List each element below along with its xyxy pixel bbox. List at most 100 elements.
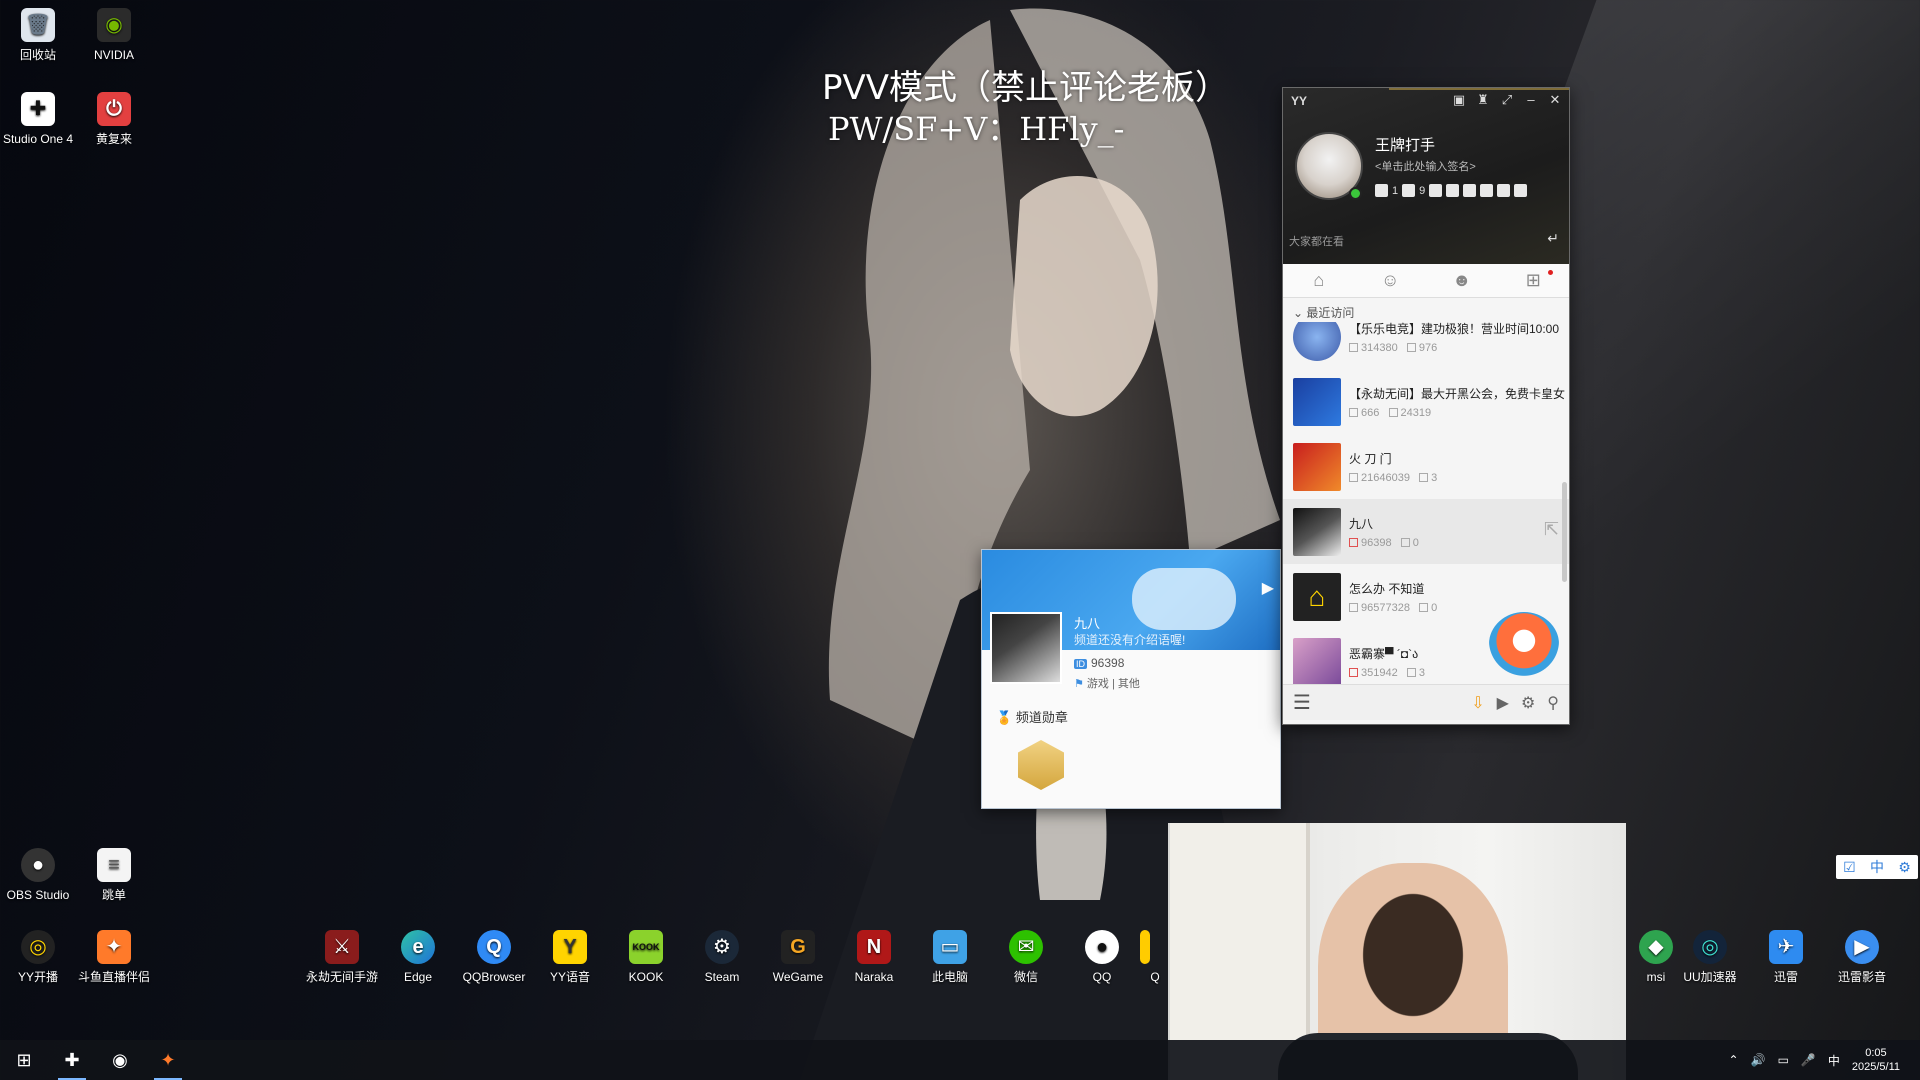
ime-toolbar[interactable]: ☑ 中 ⚙ [1836, 855, 1918, 879]
wechat-icon: ✉ [1009, 930, 1043, 964]
desktop-icon-label: msi [1646, 970, 1666, 984]
desktop-icon-uu[interactable]: ◎ UU加速器 [1672, 930, 1748, 985]
recent-visits-header[interactable]: ⌄ 最近访问 [1283, 298, 1569, 322]
microphone-icon[interactable]: 🎤 [1801, 1053, 1816, 1067]
list-item[interactable]: 【乐乐电竞】建功极狼！营业时间10:00 314380 976 [1283, 322, 1569, 369]
qq-penguin-icon: ● [1085, 930, 1119, 964]
channel-name: 九八 [1349, 516, 1374, 531]
desktop-icon-recycle-bin[interactable]: 🗑 回收站 [0, 8, 76, 63]
desktop-icon-playlist[interactable]: ≡ 跳单 [76, 848, 152, 903]
desktop-icon-qq[interactable]: ● QQ [1064, 930, 1140, 985]
desktop-icon-restore[interactable]: ⏻ 黄复来 [76, 92, 152, 147]
list-item[interactable]: 九八 96398 0 ⇱ [1283, 499, 1569, 564]
ime-settings-icon[interactable]: ⚙ [1898, 859, 1911, 876]
scrollbar[interactable] [1562, 482, 1567, 582]
heart-badge-icon[interactable] [1463, 184, 1477, 197]
expand-icon[interactable]: ⤢ [1499, 92, 1515, 108]
yy-window[interactable]: YY ▣ ♜ ⤢ – ✕ 王牌打手 <单击此处输入签名> 1 9 大家都在看 ↵… [1282, 87, 1570, 725]
username[interactable]: 王牌打手 [1375, 134, 1435, 155]
skin-icon[interactable]: ♜ [1475, 92, 1491, 108]
desktop-icon-partial[interactable]: Q [1140, 930, 1170, 985]
desktop-icon-label: 跳单 [101, 888, 126, 902]
desktop-icon-xunlei-player[interactable]: ▶ 迅雷影音 [1824, 930, 1900, 985]
crown-medal-icon[interactable] [1018, 740, 1064, 790]
tab-groups[interactable]: ☻ [1426, 264, 1498, 297]
search-icon[interactable]: ⚲ [1547, 693, 1559, 713]
ime-language[interactable]: 中 [1870, 857, 1884, 877]
settings-icon[interactable]: ⚙ [1521, 693, 1535, 713]
watching-label[interactable]: 大家都在看 [1289, 233, 1344, 249]
edge-icon: e [401, 930, 435, 964]
desktop-icon-wegame[interactable]: G WeGame [760, 930, 836, 985]
taskbar-studio-one[interactable]: ✚ [48, 1040, 96, 1080]
minimize-icon[interactable]: – [1523, 92, 1539, 108]
taskbar-douyu[interactable]: ✦ [144, 1040, 192, 1080]
message-icon[interactable]: ▣ [1451, 92, 1467, 108]
desktop-icon-label: 斗鱼直播伴侣 [77, 970, 150, 984]
menu-icon[interactable]: ☰ [1293, 690, 1311, 715]
desktop-icon-label: 黄复来 [95, 132, 132, 146]
play-arrow-icon[interactable]: ▶ [1262, 578, 1274, 598]
channel-category-value: 游戏 | 其他 [1086, 678, 1140, 690]
desktop-icon-this-pc[interactable]: ▭ 此电脑 [912, 930, 988, 985]
channel-meta: 351942 3 [1349, 667, 1425, 679]
coin-badge-icon[interactable] [1497, 184, 1511, 197]
partial-app-icon [1140, 930, 1150, 964]
tab-contacts[interactable]: ☺ [1355, 264, 1427, 297]
desktop-icon-yongjie-mobile[interactable]: ⚔ 永劫无间手游 [304, 930, 380, 985]
taskbar-obs[interactable]: ◉ [96, 1040, 144, 1080]
channel-user-count: 0 [1412, 536, 1419, 549]
desktop-icon-xunlei[interactable]: ✈ 迅雷 [1748, 930, 1824, 985]
tab-home[interactable]: ⌂ [1283, 264, 1355, 297]
desktop-icon-label: Q [1150, 970, 1160, 984]
signature-input[interactable]: <单击此处输入签名> [1375, 158, 1476, 174]
gamepad-badge-icon[interactable] [1375, 184, 1388, 197]
volume-icon[interactable]: 🔊 [1751, 1053, 1766, 1067]
tray-ime[interactable]: 中 [1828, 1052, 1840, 1069]
user-count-icon [1400, 537, 1410, 547]
close-icon[interactable]: ✕ [1547, 92, 1563, 108]
desktop-icon-studio-one[interactable]: ✚ Studio One 4 [0, 92, 76, 147]
desktop-icon-obs[interactable]: ● OBS Studio [0, 848, 76, 903]
desktop-icon-douyu[interactable]: ✦ 斗鱼直播伴侣 [76, 930, 152, 985]
download-icon[interactable]: ⇩ [1471, 693, 1484, 713]
desktop-icon-kook[interactable]: KOOK KOOK [608, 930, 684, 985]
chevron-up-icon[interactable]: ⌃ [1729, 1053, 1739, 1067]
video-badge-icon[interactable] [1446, 184, 1460, 197]
video-icon[interactable]: ▶ [1497, 693, 1509, 713]
crab-mascot-icon[interactable] [1489, 612, 1559, 676]
desktop-icon-wechat[interactable]: ✉ 微信 [988, 930, 1064, 985]
desktop-icon-edge[interactable]: e Edge [380, 930, 456, 985]
desktop-icon-label: YY语音 [549, 970, 590, 984]
desktop-icon-naraka[interactable]: N Naraka [836, 930, 912, 985]
gift-badge-icon[interactable] [1402, 184, 1416, 197]
chevron-down-icon: ⌄ [1293, 306, 1304, 320]
target-badge-icon[interactable] [1514, 184, 1528, 197]
shirt-badge-icon[interactable] [1429, 184, 1443, 197]
desktop-icon-steam[interactable]: ⚙ Steam [684, 930, 760, 985]
channel-info-card[interactable]: ▶ 九八 频道还没有介绍语喔! ID 96398 ⚑ 游戏 | 其他 🏅 频道勋章 [981, 549, 1281, 809]
desktop-icon-qqbrowser[interactable]: Q QQBrowser [456, 930, 532, 985]
yy-nav-tabs: ⌂ ☺ ☻ ⊞ [1283, 264, 1569, 298]
tab-apps[interactable]: ⊞ [1498, 264, 1570, 297]
ime-mode-icon[interactable]: ☑ [1843, 859, 1856, 876]
channel-thumb [1293, 322, 1341, 361]
desktop-icon-label: 回收站 [19, 48, 56, 62]
desktop-icon-label: QQBrowser [462, 970, 526, 984]
start-button[interactable]: ⊞ [0, 1040, 48, 1080]
percent-badge-icon[interactable] [1480, 184, 1494, 197]
desktop-icon-yy-kaibo[interactable]: ◎ YY开播 [0, 930, 76, 985]
badge-count: 9 [1419, 184, 1426, 197]
desktop-icon-yyvoice[interactable]: Y YY语音 [532, 930, 608, 985]
share-icon[interactable]: ⇱ [1544, 519, 1559, 540]
naraka-icon: N [857, 930, 891, 964]
list-item[interactable]: 【永劫无间】最大开黑公会，免费卡皇女 666 24319 [1283, 369, 1569, 434]
apps-grid-icon: ⊞ [1525, 270, 1541, 290]
clock[interactable]: 0:05 2025/5/11 [1852, 1046, 1900, 1074]
gamepad-icon [1132, 568, 1236, 630]
desktop-icon-nvidia[interactable]: ◉ NVIDIA [76, 8, 152, 63]
list-item[interactable]: 火 刀 门 21646039 3 [1283, 434, 1569, 499]
channel-id-value: 96398 [1091, 656, 1125, 670]
enter-icon[interactable]: ↵ [1547, 230, 1559, 247]
network-icon[interactable]: ▭ [1778, 1053, 1789, 1067]
